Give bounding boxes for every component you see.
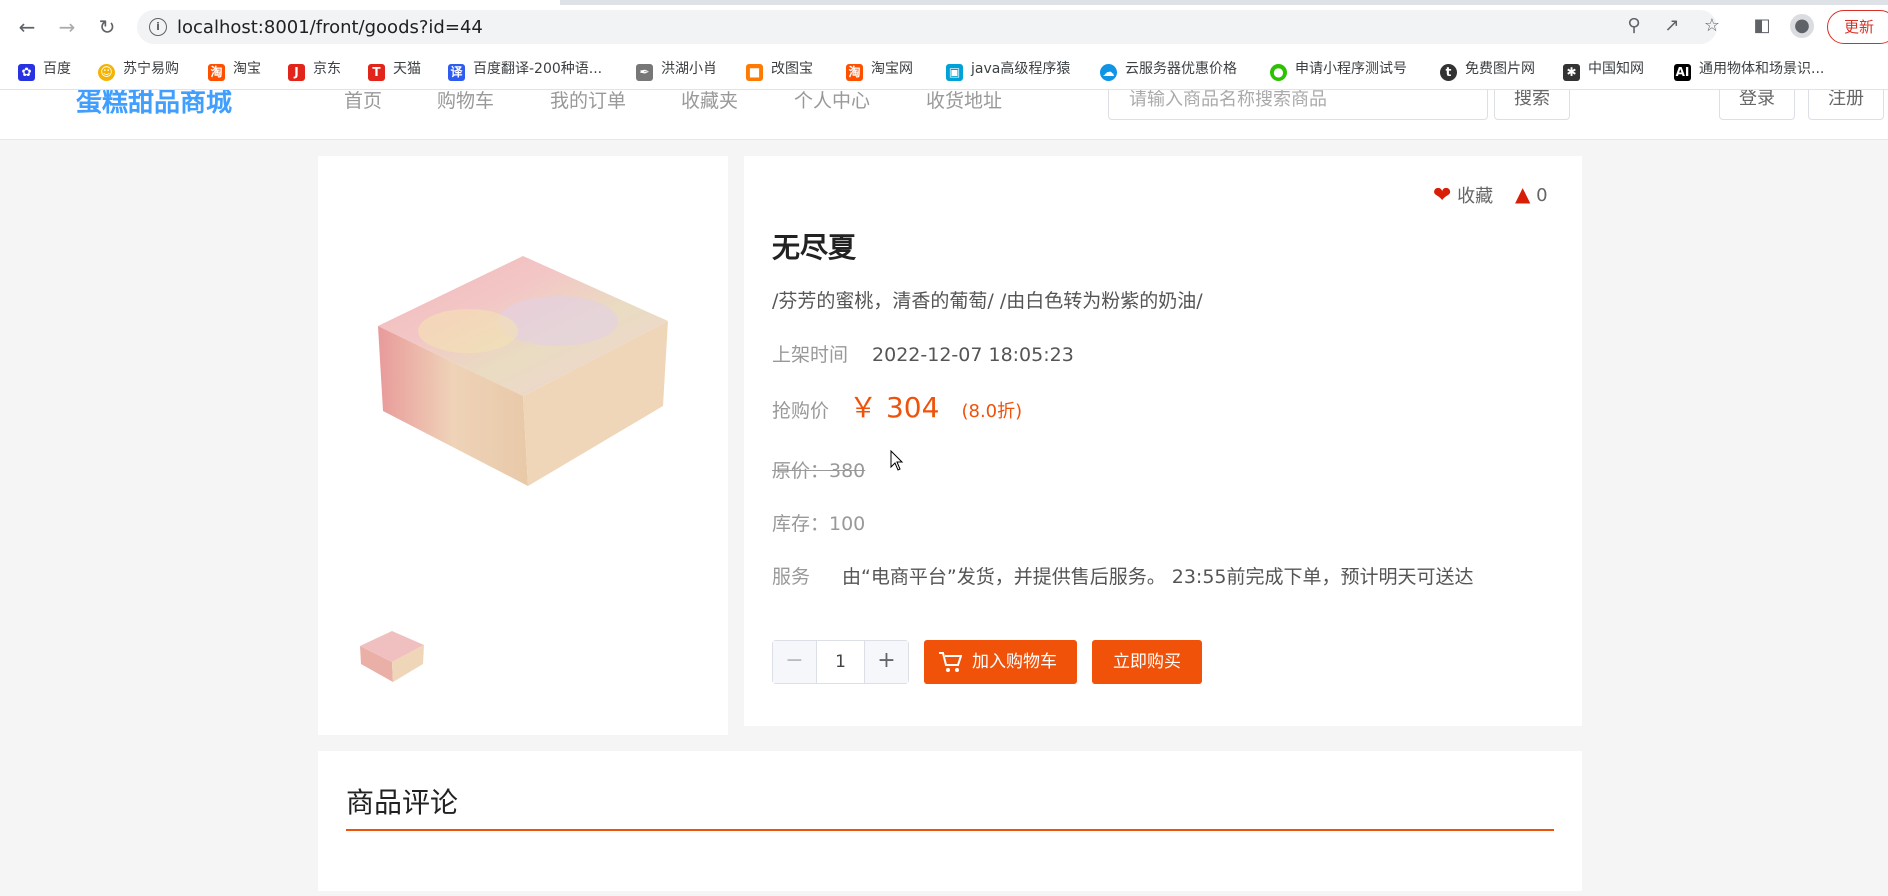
suning-lion-icon: ☺: [98, 64, 115, 81]
bookmark-item[interactable]: J 京东: [288, 56, 341, 82]
service-row: 服务 由“电商平台”发货，并提供售后服务。 23:55前完成下单，预计明天可送达: [772, 562, 1474, 589]
discount-label: (8.0折): [961, 401, 1023, 422]
buy-now-button[interactable]: 立即购买: [1092, 640, 1202, 684]
bookmark-item[interactable]: ☺ 苏宁易购: [98, 56, 179, 82]
product-description: /芬芳的蜜桃，清香的葡萄/ /由白色转为粉紫的奶油/: [772, 290, 1203, 312]
listed-time-label: 上架时间: [772, 344, 849, 366]
service-label: 服务: [772, 566, 811, 588]
jd-icon: J: [288, 64, 305, 81]
bookmark-item[interactable]: ✒ 洪湖小肖: [636, 56, 717, 82]
address-bar[interactable]: i localhost:8001/front/goods?id=44: [137, 10, 1717, 44]
sale-price: ￥ 304: [849, 391, 940, 424]
baidu-translate-icon: 译: [448, 64, 465, 81]
wechat-icon: ●: [1270, 64, 1287, 81]
nav-home[interactable]: 首页: [344, 90, 382, 113]
baidu-paw-icon: ✿: [18, 64, 35, 81]
increase-quantity-button[interactable]: +: [864, 641, 908, 683]
quantity-stepper: − 1 +: [772, 640, 909, 684]
register-button[interactable]: 注册: [1808, 90, 1884, 120]
nav-cart[interactable]: 购物车: [437, 90, 494, 113]
profile-avatar-icon[interactable]: ●: [1790, 14, 1814, 38]
nav-favorites[interactable]: 收藏夹: [681, 90, 738, 113]
reviews-divider: [346, 829, 1554, 831]
quantity-input[interactable]: 1: [817, 641, 864, 683]
original-price: 原价：380: [772, 460, 866, 482]
bookmark-item[interactable]: AI 通用物体和场景识...: [1674, 56, 1824, 82]
bookmark-item[interactable]: 淘淘宝网: [846, 56, 913, 82]
bilibili-icon: ▣: [946, 64, 963, 81]
decrease-quantity-button[interactable]: −: [773, 641, 817, 683]
product-thumbnail[interactable]: [356, 626, 428, 686]
share-icon[interactable]: ↗: [1660, 14, 1684, 38]
browser-chrome: ← → ↻ i localhost:8001/front/goods?id=44…: [0, 0, 1888, 90]
service-text: 由“电商平台”发货，并提供售后服务。 23:55前完成下单，预计明天可送达: [842, 566, 1474, 588]
search-input[interactable]: 请输入商品名称搜索商品: [1108, 90, 1488, 120]
favorite-button[interactable]: ❤ 收藏: [1433, 182, 1493, 208]
zoom-icon[interactable]: ⚲: [1622, 14, 1646, 38]
cnki-icon: ✱: [1563, 64, 1580, 81]
product-info-panel: ❤ 收藏 ▲ 0 无尽夏 /芬芳的蜜桃，清香的葡萄/ /由白色转为粉紫的奶油/ …: [744, 156, 1582, 726]
bookmark-item[interactable]: 淘淘宝: [208, 56, 261, 82]
t-icon: t: [1440, 64, 1457, 81]
bookmark-item[interactable]: ■ 改图宝: [746, 56, 813, 82]
bookmark-item[interactable]: ▣ java高级程序猿: [946, 56, 1070, 82]
cloud-icon: ☁: [1100, 64, 1117, 81]
taobao-icon: 淘: [208, 64, 225, 81]
bookmark-item[interactable]: 译百度翻译-200种语...: [448, 56, 602, 82]
reviews-section: 商品评论: [318, 751, 1582, 891]
side-panel-icon[interactable]: ◧: [1750, 14, 1774, 38]
bookmark-item[interactable]: ☁ 云服务器优惠价格: [1100, 56, 1237, 82]
gaitubao-icon: ■: [746, 64, 763, 81]
update-button[interactable]: 更新: [1827, 10, 1888, 44]
site-header: 蛋糕甜品商城 首页 购物车 我的订单 收藏夹 个人中心 收货地址 请输入商品名称…: [0, 90, 1888, 140]
nav-profile[interactable]: 个人中心: [794, 90, 870, 113]
price-row: 抢购价 ￥ 304 (8.0折): [772, 386, 1022, 426]
nav-address[interactable]: 收货地址: [926, 90, 1002, 113]
bookmark-item[interactable]: T 天猫: [368, 56, 421, 82]
cart-icon: [939, 652, 962, 672]
search-button[interactable]: 搜索: [1494, 90, 1570, 120]
tmall-icon: T: [368, 64, 385, 81]
product-image[interactable]: [358, 236, 688, 526]
back-arrow-icon[interactable]: ←: [12, 12, 42, 42]
mouse-cursor-icon: [890, 450, 904, 471]
bookmark-item[interactable]: ✱ 中国知网: [1563, 56, 1644, 82]
thumbs-up-icon: ▲: [1515, 182, 1531, 206]
listed-time-value: 2022-12-07 18:05:23: [872, 344, 1074, 366]
reviews-title: 商品评论: [346, 786, 459, 819]
bookmark-item[interactable]: t 免费图片网: [1440, 56, 1535, 82]
taobao-icon: 淘: [846, 64, 863, 81]
like-button[interactable]: ▲ 0: [1515, 182, 1548, 206]
tab-strip: [0, 0, 1888, 5]
forward-arrow-icon[interactable]: →: [52, 12, 82, 42]
site-logo[interactable]: 蛋糕甜品商城: [76, 90, 232, 119]
site-info-icon[interactable]: i: [149, 18, 167, 36]
ai-icon: AI: [1674, 64, 1691, 81]
nav-orders[interactable]: 我的订单: [550, 90, 626, 113]
listed-time-row: 上架时间 2022-12-07 18:05:23: [772, 340, 1074, 367]
heart-icon: ❤: [1433, 183, 1452, 208]
url-text[interactable]: localhost:8001/front/goods?id=44: [177, 17, 483, 38]
product-gallery: [318, 156, 728, 735]
product-title: 无尽夏: [772, 231, 857, 264]
stock-info: 库存：100: [772, 513, 866, 535]
feather-icon: ✒: [636, 64, 653, 81]
reload-icon[interactable]: ↻: [92, 12, 122, 42]
bookmarks-bar: ✿ 百度 ☺ 苏宁易购 淘淘宝 J 京东 T 天猫 译百度翻译-200种语... ✒ 洪湖…: [0, 56, 1888, 82]
add-to-cart-button[interactable]: 加入购物车: [924, 640, 1077, 684]
login-button[interactable]: 登录: [1719, 90, 1795, 120]
bookmark-star-icon[interactable]: ☆: [1700, 14, 1724, 38]
bookmark-item[interactable]: ✿ 百度: [18, 56, 71, 82]
price-label: 抢购价: [772, 400, 830, 422]
bookmark-item[interactable]: ● 申请小程序测试号: [1270, 56, 1407, 82]
